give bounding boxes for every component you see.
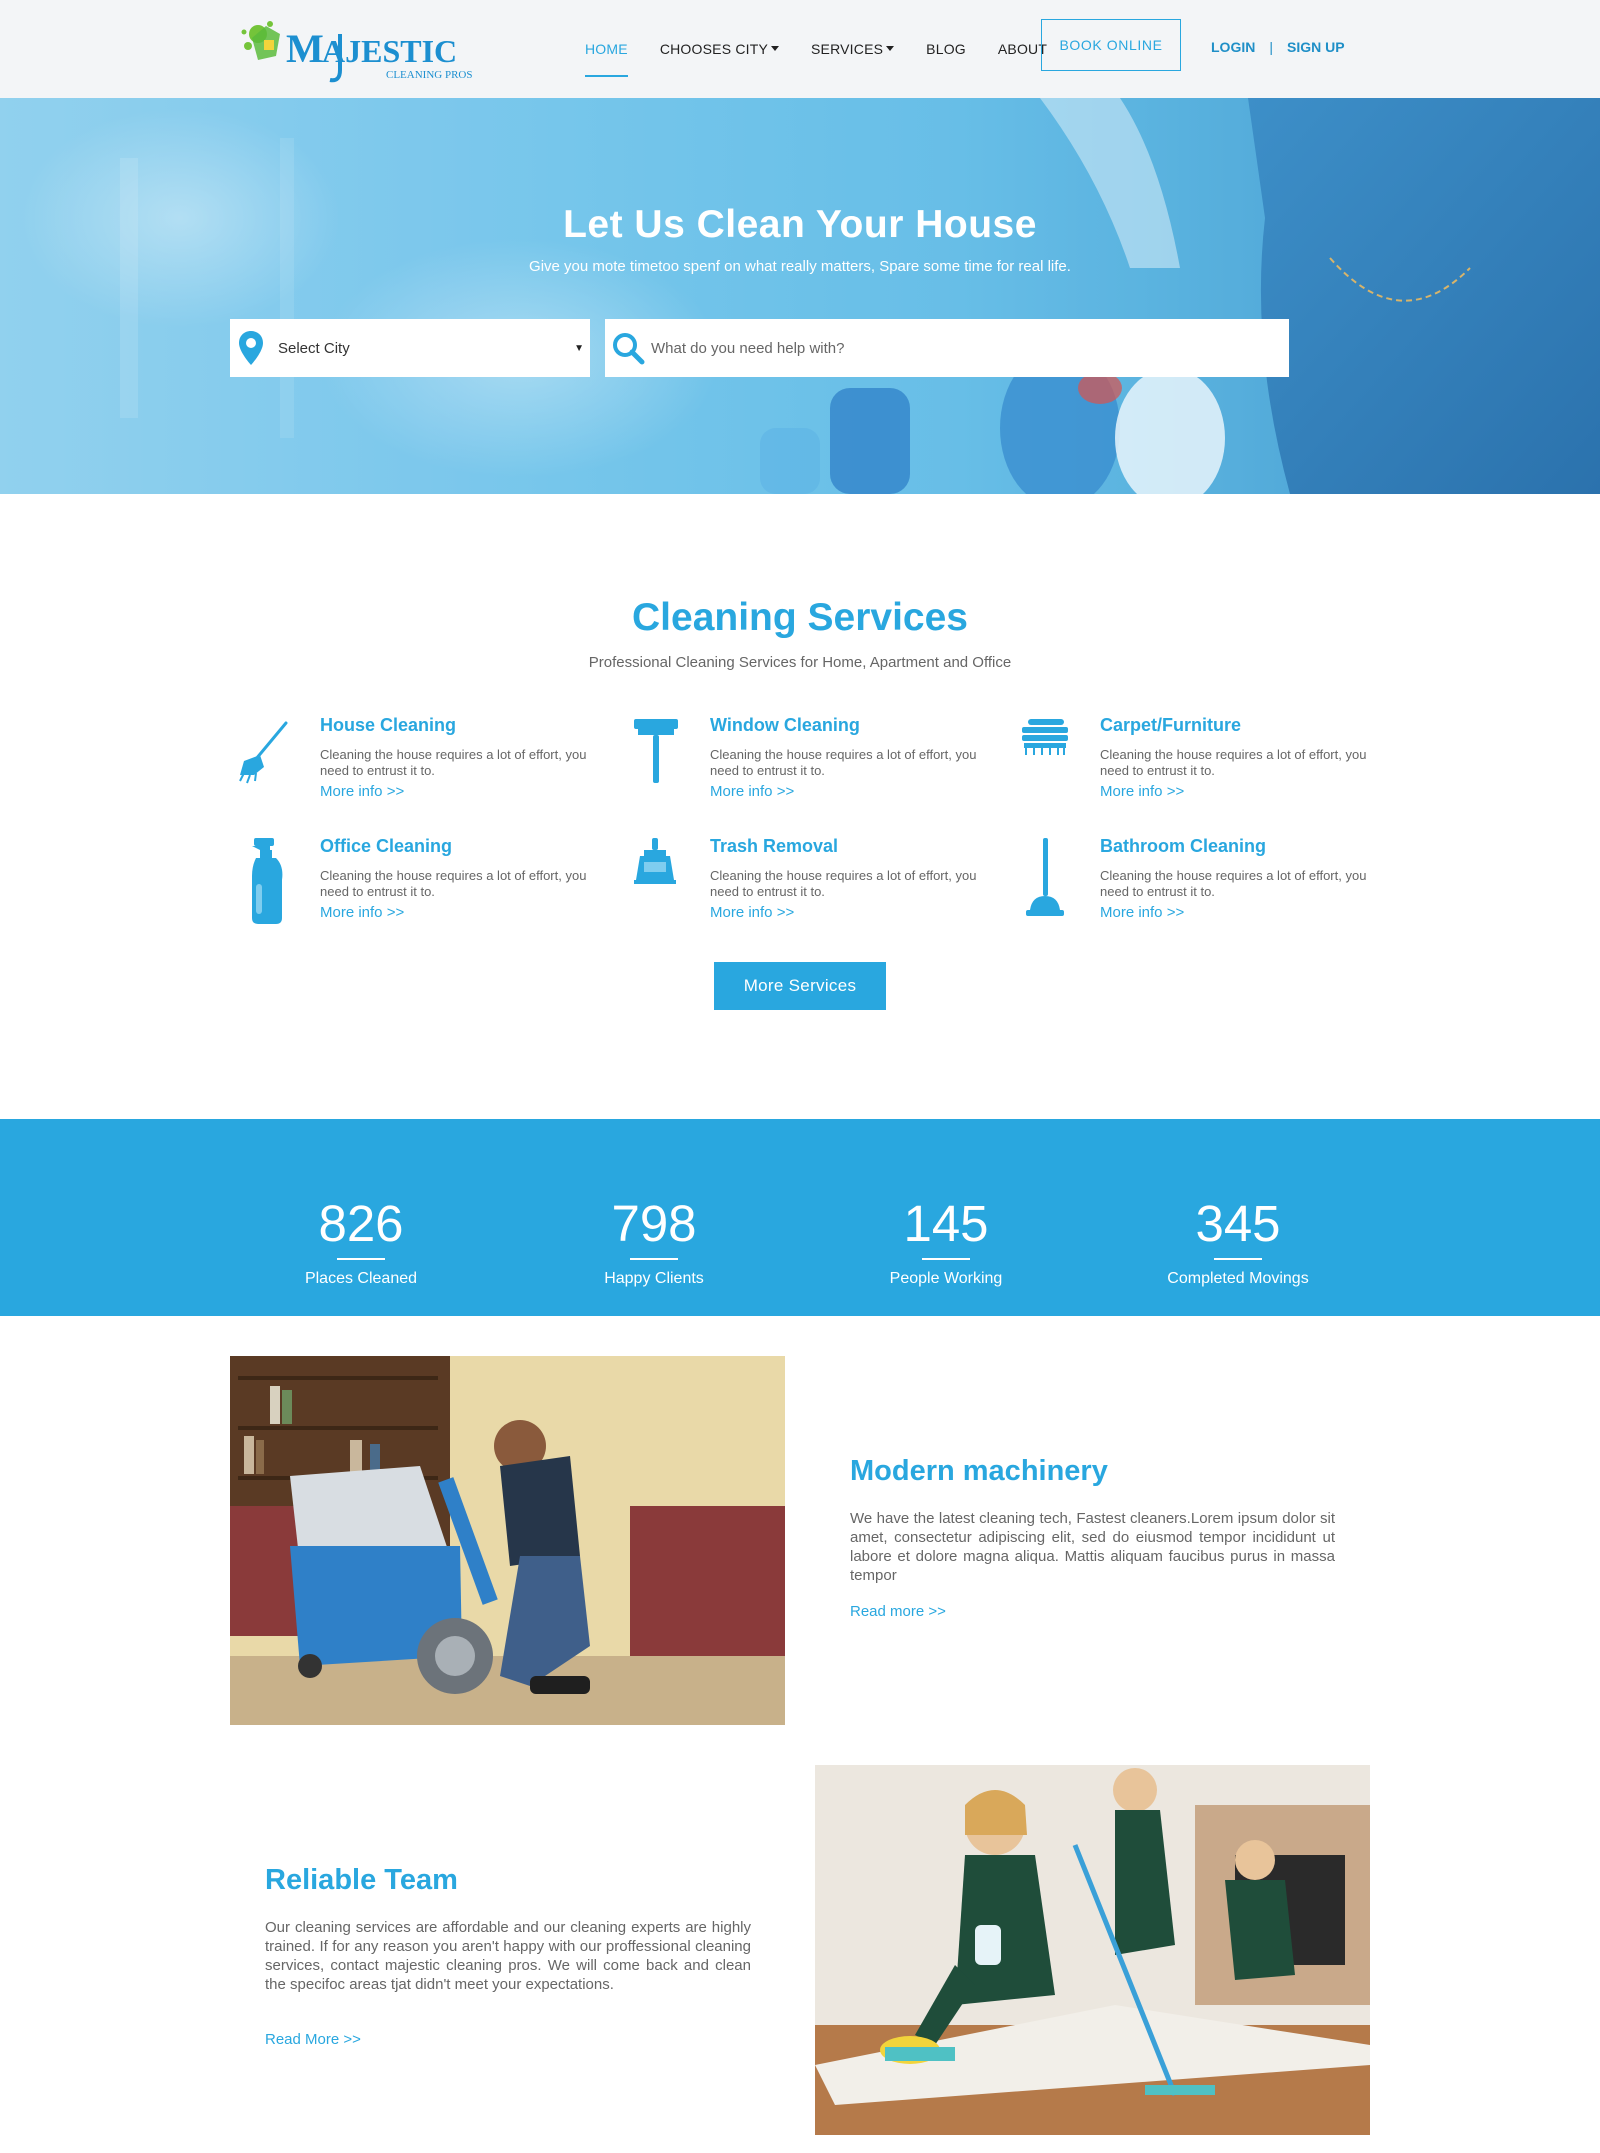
machinery-illustration bbox=[230, 1356, 785, 1725]
service-name[interactable]: House Cleaning bbox=[320, 715, 456, 736]
stat-divider bbox=[1214, 1258, 1262, 1260]
service-office-cleaning: Office Cleaning Cleaning the house requi… bbox=[230, 836, 590, 936]
service-name[interactable]: Office Cleaning bbox=[320, 836, 452, 857]
service-more-info-link[interactable]: More info >> bbox=[710, 904, 794, 921]
hero-title: Let Us Clean Your House bbox=[563, 203, 1037, 246]
service-trash-removal: Trash Removal Cleaning the house require… bbox=[620, 836, 980, 936]
auth-separator: | bbox=[1269, 39, 1273, 55]
stat-divider bbox=[922, 1258, 970, 1260]
service-description: Cleaning the house requires a lot of eff… bbox=[320, 747, 587, 778]
service-bathroom-cleaning: Bathroom Cleaning Cleaning the house req… bbox=[1010, 836, 1370, 936]
machinery-photo bbox=[230, 1356, 785, 1725]
service-description: Cleaning the house requires a lot of eff… bbox=[710, 747, 977, 778]
nav-services-label: SERVICES bbox=[811, 41, 884, 57]
feature-title-machinery: Modern machinery bbox=[850, 1455, 1108, 1487]
nav-home[interactable]: HOME bbox=[585, 0, 628, 98]
svg-text:AJESTIC: AJESTIC bbox=[322, 33, 457, 69]
service-more-info-link[interactable]: More info >> bbox=[1100, 783, 1184, 800]
auth-links: LOGIN | SIGN UP bbox=[1211, 0, 1345, 94]
service-carpet-furniture: Carpet/Furniture Cleaning the house requ… bbox=[1010, 715, 1370, 815]
stat-label: Happy Clients bbox=[604, 1270, 704, 1287]
squeegee-icon bbox=[634, 719, 678, 783]
service-name[interactable]: Carpet/Furniture bbox=[1100, 715, 1241, 736]
service-more-info-link[interactable]: More info >> bbox=[710, 783, 794, 800]
nav-about[interactable]: ABOUT bbox=[998, 0, 1047, 98]
stats-band: 826 Places Cleaned 798 Happy Clients 145… bbox=[0, 1119, 1600, 1316]
majestic-logo[interactable]: M AJESTIC CLEANING PROS bbox=[236, 12, 472, 88]
nav-home-label: HOME bbox=[585, 41, 628, 57]
team-photo bbox=[815, 1765, 1370, 2135]
read-more-link-team[interactable]: Read More >> bbox=[265, 2031, 361, 2048]
read-more-link-machinery[interactable]: Read more >> bbox=[850, 1603, 946, 1620]
service-window-cleaning: Window Cleaning Cleaning the house requi… bbox=[620, 715, 980, 815]
spray-bottle-icon bbox=[252, 838, 283, 924]
feature-text-machinery: We have the latest cleaning tech, Fastes… bbox=[850, 1510, 1335, 1584]
login-link[interactable]: LOGIN bbox=[1211, 39, 1255, 55]
nav-blog[interactable]: BLOG bbox=[926, 0, 966, 98]
service-description: Cleaning the house requires a lot of eff… bbox=[710, 868, 977, 899]
stat-value: 145 bbox=[903, 1195, 989, 1252]
brush-icon bbox=[1022, 719, 1068, 755]
service-name[interactable]: Bathroom Cleaning bbox=[1100, 836, 1266, 857]
service-description: Cleaning the house requires a lot of eff… bbox=[1100, 868, 1367, 899]
service-name[interactable]: Window Cleaning bbox=[710, 715, 860, 736]
dustpan-icon bbox=[634, 838, 676, 884]
nav-choose-city-label: CHOOSES CITY bbox=[659, 41, 769, 57]
search-input[interactable] bbox=[651, 339, 1289, 357]
feature-text-team: Our cleaning services are affordable and… bbox=[265, 1919, 751, 1993]
plunger-icon bbox=[1026, 838, 1064, 916]
caret-down-icon bbox=[771, 45, 780, 51]
city-select-value: Select City bbox=[278, 339, 350, 357]
service-more-info-link[interactable]: More info >> bbox=[320, 904, 404, 921]
nav-blog-label: BLOG bbox=[926, 41, 966, 57]
nav-services[interactable]: SERVICES bbox=[811, 0, 895, 98]
hero-banner: Let Us Clean Your House Give you mote ti… bbox=[0, 98, 1600, 494]
stat-label: Places Cleaned bbox=[304, 1270, 418, 1287]
location-pin-icon bbox=[239, 331, 263, 365]
hero-background-image bbox=[0, 98, 1600, 494]
nav-about-label: ABOUT bbox=[997, 41, 1048, 57]
stat-label: People Working bbox=[889, 1270, 1003, 1287]
nav-choose-city[interactable]: CHOOSES CITY bbox=[659, 0, 780, 98]
dropdown-arrow-icon: ▼ bbox=[574, 342, 584, 354]
feature-title-team: Reliable Team bbox=[265, 1864, 458, 1896]
team-illustration bbox=[815, 1765, 1370, 2135]
services-title: Cleaning Services bbox=[632, 596, 968, 639]
book-online-button[interactable]: BOOK ONLINE bbox=[1041, 19, 1181, 71]
stat-value: 798 bbox=[611, 1195, 697, 1252]
stat-divider bbox=[337, 1258, 385, 1260]
signup-link[interactable]: SIGN UP bbox=[1287, 39, 1345, 55]
stat-value: 345 bbox=[1195, 1195, 1281, 1252]
service-more-info-link[interactable]: More info >> bbox=[320, 783, 404, 800]
service-name[interactable]: Trash Removal bbox=[710, 836, 838, 857]
broom-icon bbox=[239, 721, 288, 784]
service-description: Cleaning the house requires a lot of eff… bbox=[320, 868, 587, 899]
stat-divider bbox=[630, 1258, 678, 1260]
caret-down-icon bbox=[886, 45, 895, 51]
services-subtitle: Professional Cleaning Services for Home,… bbox=[588, 654, 1012, 671]
search-bar[interactable] bbox=[605, 319, 1289, 377]
logo-subtext: CLEANING PROS bbox=[386, 69, 472, 81]
service-more-info-link[interactable]: More info >> bbox=[1100, 904, 1184, 921]
stat-value: 826 bbox=[318, 1195, 404, 1252]
service-description: Cleaning the house requires a lot of eff… bbox=[1100, 747, 1367, 778]
site-header: M AJESTIC CLEANING PROS HOME CHOOSES CIT… bbox=[0, 0, 1600, 98]
search-icon bbox=[613, 333, 645, 365]
stat-label: Completed Movings bbox=[1167, 1270, 1309, 1287]
service-house-cleaning: House Cleaning Cleaning the house requir… bbox=[230, 715, 590, 815]
city-select[interactable]: Select City ▼ bbox=[230, 319, 590, 377]
more-services-button[interactable]: More Services bbox=[714, 962, 886, 1010]
svg-text:M: M bbox=[286, 26, 324, 71]
main-nav: HOME CHOOSES CITY SERVICES BLOG ABOUT bbox=[585, 0, 1079, 98]
hero-subtitle: Give you mote timetoo spenf on what real… bbox=[529, 258, 1071, 275]
